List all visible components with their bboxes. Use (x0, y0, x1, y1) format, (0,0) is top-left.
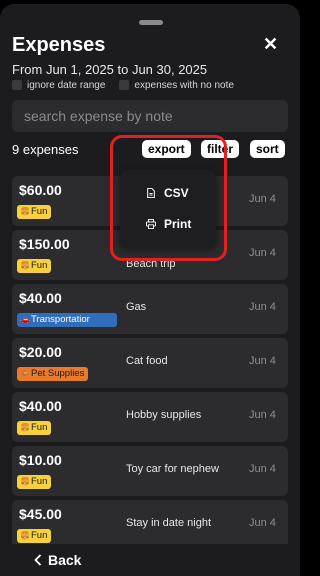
export-button[interactable]: export (142, 140, 191, 158)
category-label: Pet Supplies (31, 368, 85, 379)
category-label: Fun (31, 206, 48, 217)
category-badge: 🍔 Fun (17, 259, 52, 273)
expense-date: Jun 4 (249, 193, 276, 205)
expense-note: Gas (126, 301, 147, 313)
expense-date: Jun 4 (249, 517, 276, 529)
ignore-date-range-label: ignore date range (27, 80, 106, 91)
expense-amount: $40.00 (19, 398, 62, 414)
export-menu: CSV Print (120, 170, 216, 248)
page-title: Expenses (12, 34, 106, 56)
document-icon (147, 188, 155, 198)
category-badge: 🍔 Fun (17, 421, 52, 435)
category-label: Fun (31, 260, 48, 271)
car-icon: 🚗 (20, 315, 30, 324)
category-badge: 🪑 Pet Supplies (17, 367, 89, 381)
chair-icon: 🪑 (20, 369, 30, 378)
expense-row[interactable]: $10.00 🍔 Fun Toy car for nephew Jun 4 (12, 446, 288, 496)
expense-note: Hobby supplies (126, 409, 202, 421)
ignore-date-range-checkbox[interactable]: ignore date range (12, 80, 105, 91)
expense-amount: $45.00 (19, 506, 62, 522)
expense-note: Beach trip (126, 258, 176, 270)
expense-row[interactable]: $45.00 🍔 Fun Stay in date night Jun 4 (12, 500, 288, 550)
burger-icon: 🍔 (20, 207, 30, 216)
expense-date: Jun 4 (249, 463, 276, 475)
expense-date: Jun 4 (249, 409, 276, 421)
category-badge: 🍔 Fun (17, 205, 52, 219)
burger-icon: 🍔 (20, 477, 30, 486)
category-badge: 🍔 Fun (17, 529, 52, 543)
sheet-grabber[interactable] (139, 20, 163, 25)
expense-note: Stay in date night (126, 517, 212, 529)
print-label: Print (164, 217, 192, 231)
category-label: Fun (31, 476, 48, 487)
filter-options: ignore date range expenses with no note (12, 80, 234, 91)
checkbox-box[interactable] (119, 80, 130, 91)
expense-amount: $20.00 (19, 344, 62, 360)
no-note-label: expenses with no note (134, 80, 234, 91)
category-label: Fun (31, 530, 48, 541)
burger-icon: 🍔 (20, 531, 30, 540)
no-note-checkbox[interactable]: expenses with no note (119, 80, 234, 91)
expense-row[interactable]: $20.00 🪑 Pet Supplies Cat food Jun 4 (12, 338, 288, 388)
sort-button[interactable]: sort (250, 140, 285, 158)
search-input[interactable] (12, 100, 288, 132)
chevron-left-icon (34, 554, 42, 566)
expense-date: Jun 4 (249, 355, 276, 367)
burger-icon: 🍔 (20, 423, 30, 432)
expense-amount: $40.00 (19, 290, 62, 306)
close-icon[interactable]: ✕ (263, 34, 278, 55)
back-button[interactable]: Back (34, 552, 81, 568)
export-print-option[interactable]: Print (146, 217, 191, 231)
category-label: Transportatior (31, 314, 90, 325)
expense-date: Jun 4 (249, 247, 276, 259)
burger-icon: 🍔 (20, 261, 30, 270)
export-csv-option[interactable]: CSV (146, 186, 189, 200)
checkbox-box[interactable] (12, 80, 22, 91)
expense-row[interactable]: $40.00 🚗 Transportatior Gas Jun 4 (12, 284, 288, 334)
back-label: Back (48, 552, 82, 568)
category-label: Fun (31, 422, 48, 433)
expense-date: Jun 4 (249, 301, 276, 313)
expense-amount: $60.00 (19, 182, 62, 198)
expense-amount: $150.00 (19, 236, 70, 252)
category-badge: 🚗 Transportatior (17, 313, 117, 327)
expense-row[interactable]: $40.00 🍔 Fun Hobby supplies Jun 4 (12, 392, 288, 442)
category-badge: 🍔 Fun (17, 475, 52, 489)
expense-amount: $10.00 (19, 452, 62, 468)
csv-label: CSV (164, 186, 189, 200)
expense-count: 9 expenses (12, 142, 79, 157)
expense-note: Toy car for nephew (126, 463, 219, 475)
filter-button[interactable]: filter (201, 140, 240, 158)
date-range-label[interactable]: From Jun 1, 2025 to Jun 30, 2025 (12, 62, 207, 77)
expenses-sheet: Expenses ✕ From Jun 1, 2025 to Jun 30, 2… (0, 4, 300, 576)
expense-note: Cat food (126, 355, 168, 367)
printer-icon (146, 219, 156, 229)
